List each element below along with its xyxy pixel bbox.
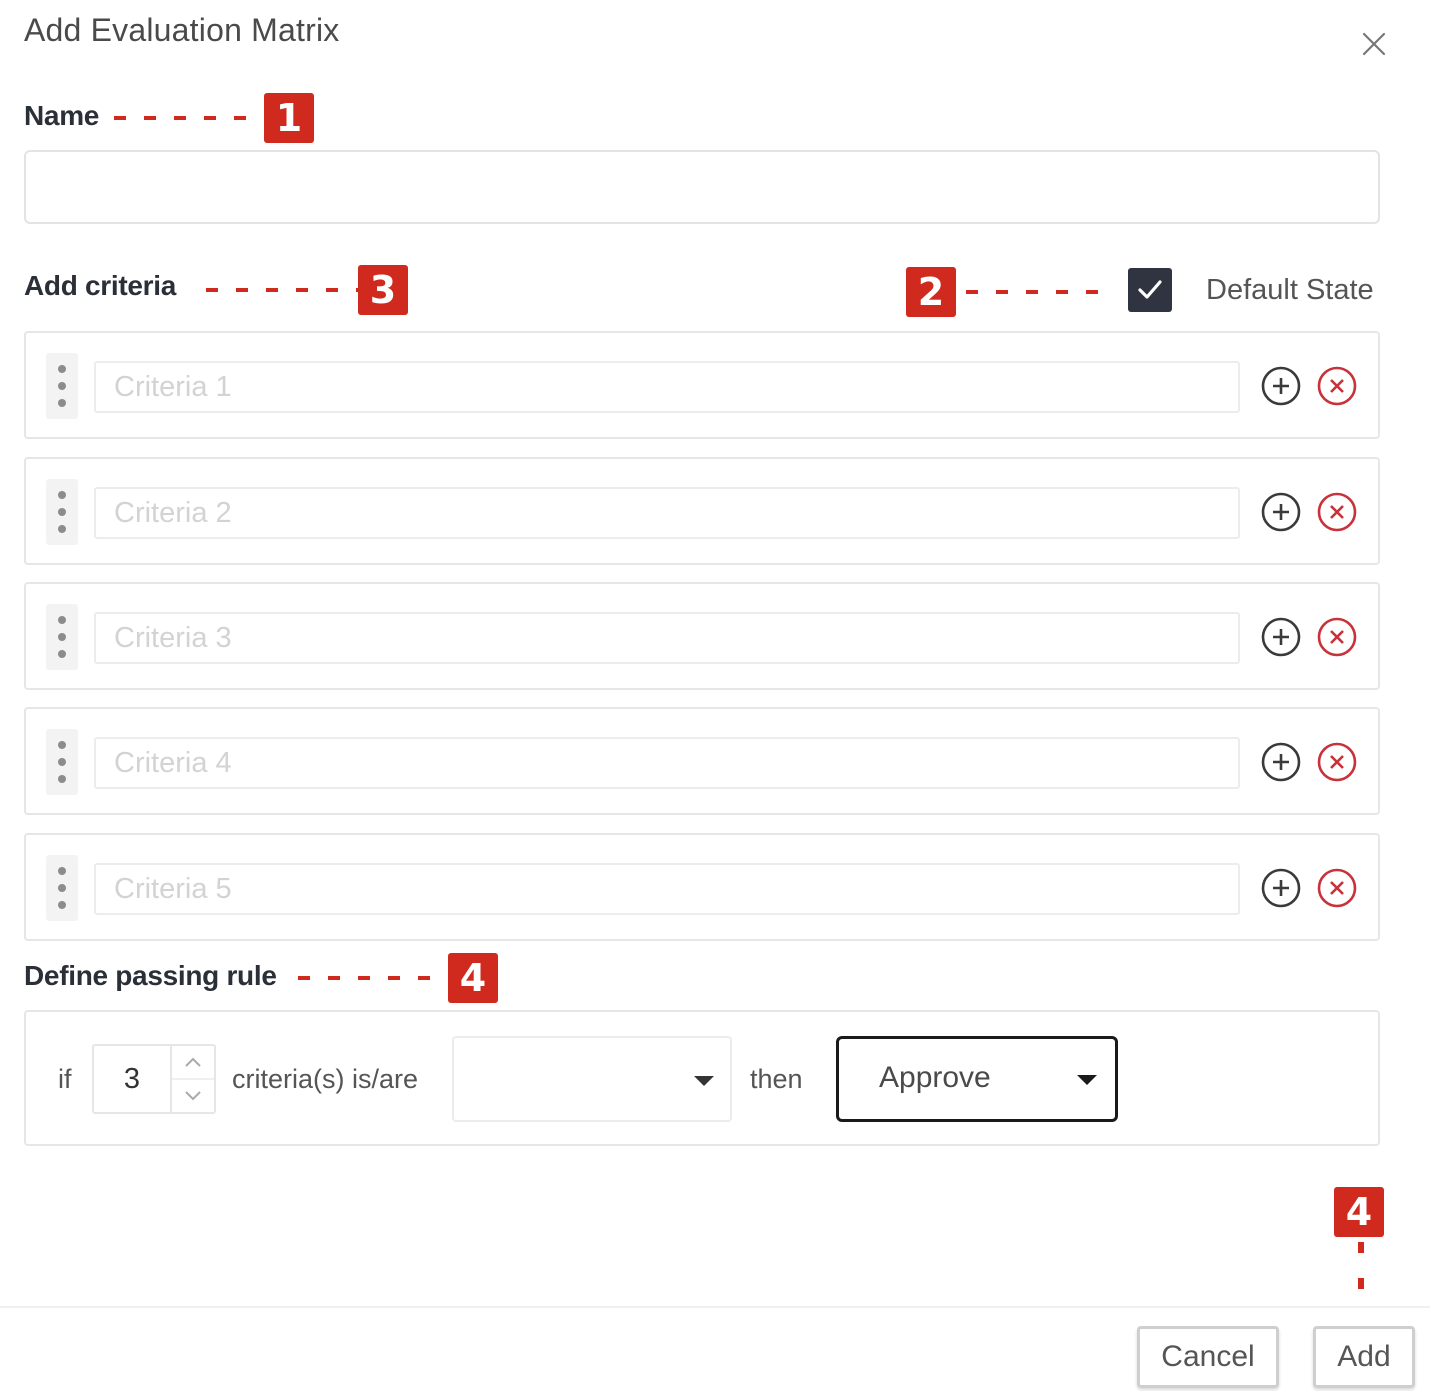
add-circle-icon[interactable] [1260, 491, 1302, 533]
annotation-badge-2: 2 [906, 267, 956, 317]
criteria-input-2[interactable] [94, 487, 1240, 539]
add-button[interactable]: Add [1313, 1326, 1415, 1388]
criteria-input-4[interactable] [94, 737, 1240, 789]
add-circle-icon[interactable] [1260, 867, 1302, 909]
dialog-title: Add Evaluation Matrix [24, 12, 340, 48]
annotation-callout-2: 2 [906, 267, 1116, 317]
annotation-dash [114, 116, 264, 120]
annotation-dash [298, 976, 448, 980]
annotation-dash [1358, 1242, 1364, 1300]
drag-handle-icon[interactable] [46, 479, 78, 545]
check-icon [1138, 280, 1162, 299]
add-circle-icon[interactable] [1260, 616, 1302, 658]
criteria-input-1[interactable] [94, 361, 1240, 413]
criteria-row [24, 331, 1380, 439]
remove-circle-icon[interactable] [1316, 867, 1358, 909]
criteria-row [24, 457, 1380, 565]
name-label: Name [24, 100, 100, 131]
annotation-callout-4: 4 [298, 953, 498, 1003]
default-state-toggle[interactable]: Default State [1128, 268, 1374, 312]
drag-handle-icon[interactable] [46, 604, 78, 670]
criteria-row [24, 707, 1380, 815]
annotation-dash [966, 290, 1116, 294]
name-input[interactable] [24, 150, 1380, 224]
add-circle-icon[interactable] [1260, 741, 1302, 783]
chevron-up-icon [185, 1057, 201, 1067]
annotation-badge-4: 4 [448, 953, 498, 1003]
criteria-row [24, 833, 1380, 941]
criteria-input-5[interactable] [94, 863, 1240, 915]
stepper-value[interactable]: 3 [94, 1046, 170, 1112]
default-state-label: Default State [1206, 273, 1374, 306]
then-text: then [750, 1064, 803, 1094]
condition-select[interactable] [452, 1036, 732, 1122]
stepper-up-button[interactable] [172, 1046, 214, 1078]
remove-circle-icon[interactable] [1316, 491, 1358, 533]
annotation-badge-4-footer: 4 [1334, 1187, 1384, 1237]
outcome-select[interactable]: Approve [836, 1036, 1118, 1122]
drag-handle-icon[interactable] [46, 855, 78, 921]
criteria-is-are-text: criteria(s) is/are [232, 1064, 419, 1094]
cancel-button[interactable]: Cancel [1137, 1326, 1279, 1388]
criteria-row [24, 582, 1380, 690]
chevron-down-icon [185, 1091, 201, 1101]
drag-handle-icon[interactable] [46, 729, 78, 795]
remove-circle-icon[interactable] [1316, 616, 1358, 658]
criteria-count-stepper[interactable]: 3 [92, 1044, 216, 1114]
remove-circle-icon[interactable] [1316, 741, 1358, 783]
passing-rule-label: Define passing rule [24, 960, 277, 991]
caret-down-icon [1077, 1075, 1097, 1085]
annotation-dash [206, 288, 358, 292]
if-text: if [58, 1064, 72, 1094]
annotation-callout-1: 1 [114, 93, 314, 143]
default-state-checkbox[interactable] [1128, 268, 1172, 312]
add-circle-icon[interactable] [1260, 365, 1302, 407]
drag-handle-icon[interactable] [46, 353, 78, 419]
remove-circle-icon[interactable] [1316, 365, 1358, 407]
stepper-down-button[interactable] [172, 1078, 214, 1112]
annotation-badge-3: 3 [358, 265, 408, 315]
add-criteria-label: Add criteria [24, 270, 176, 301]
outcome-select-value: Approve [879, 1061, 991, 1094]
footer-divider [0, 1306, 1430, 1308]
annotation-callout-3: 3 [206, 265, 408, 315]
criteria-input-3[interactable] [94, 612, 1240, 664]
caret-down-icon [694, 1076, 714, 1086]
passing-rule-box: if 3 criteria(s) is/are then Approve [24, 1010, 1380, 1146]
annotation-badge-1: 1 [264, 93, 314, 143]
close-icon[interactable] [1356, 26, 1392, 62]
